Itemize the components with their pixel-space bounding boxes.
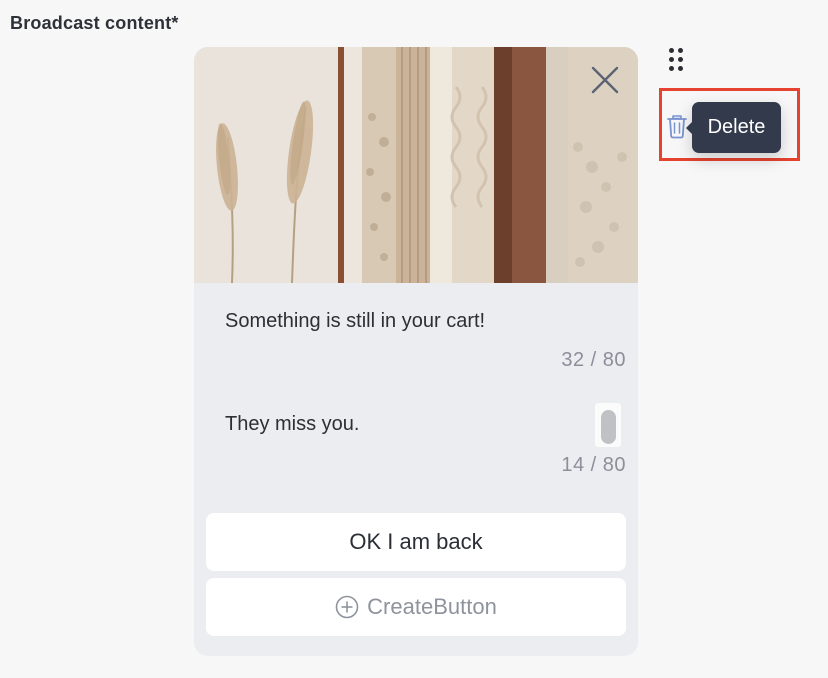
trash-icon[interactable]	[666, 113, 688, 139]
broadcast-card: Something is still in your cart! 32 / 80…	[194, 47, 638, 656]
title-char-counter: 32 / 80	[561, 349, 626, 371]
broadcast-content-label: Broadcast content*	[10, 13, 179, 33]
body-scrollbar[interactable]	[595, 403, 621, 447]
plus-circle-icon	[335, 595, 359, 619]
delete-tooltip-label: Delete	[707, 116, 766, 138]
close-icon[interactable]	[588, 63, 622, 97]
body-char-counter: 14 / 80	[561, 454, 626, 476]
delete-tooltip: Delete	[686, 102, 781, 153]
card-image	[194, 47, 638, 283]
clothes-rack-photo	[194, 47, 638, 283]
body-text-field[interactable]: They miss you.	[225, 413, 359, 436]
create-button[interactable]: CreateButton	[206, 578, 626, 636]
button-label: OK I am back	[349, 529, 483, 554]
title-text-field[interactable]: Something is still in your cart!	[225, 310, 485, 333]
ok-i-am-back-button[interactable]: OK I am back	[206, 513, 626, 571]
create-button-label: CreateButton	[367, 594, 497, 619]
scrollbar-thumb[interactable]	[601, 410, 616, 444]
tooltip-arrow	[686, 122, 692, 134]
drag-handle-icon[interactable]	[668, 47, 686, 73]
